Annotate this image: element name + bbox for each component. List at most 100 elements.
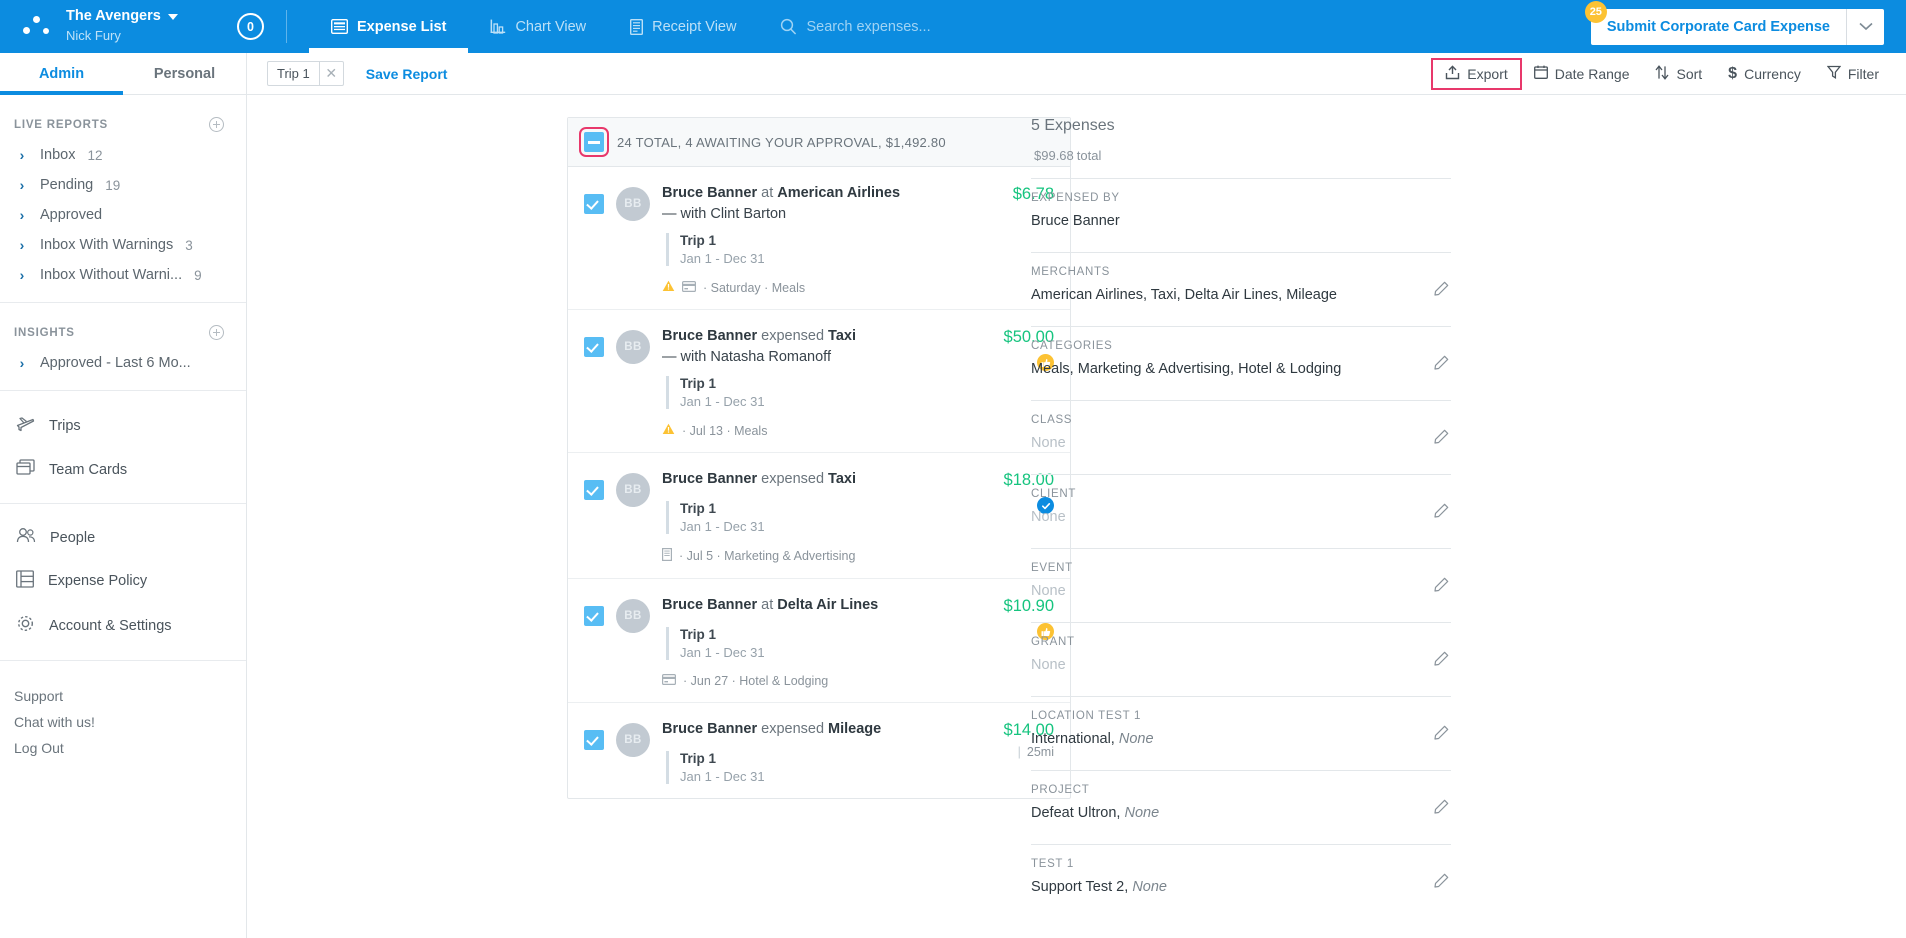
edit-pencil-icon[interactable] bbox=[1434, 577, 1449, 597]
expense-trip-block: Trip 1 Jan 1 - Dec 31 bbox=[666, 627, 958, 661]
sidebar-divider bbox=[0, 503, 246, 504]
select-all-checkbox[interactable] bbox=[579, 127, 609, 157]
detail-total-suffix: total bbox=[1076, 148, 1102, 163]
row-checkbox[interactable] bbox=[584, 730, 604, 751]
sidebar-item-account-settings[interactable]: Account & Settings bbox=[0, 603, 246, 648]
sidebar-item-approved-last-6-months[interactable]: › Approved - Last 6 Mo... bbox=[0, 348, 246, 378]
export-label: Export bbox=[1467, 65, 1508, 82]
detail-field-client: CLIENT None bbox=[1031, 474, 1451, 536]
detail-total-value: $99.68 bbox=[1034, 148, 1074, 163]
table-row[interactable]: BB Bruce Banner expensed Taxi Trip 1 Jan… bbox=[568, 453, 1070, 580]
expense-trip-name: Trip 1 bbox=[680, 376, 717, 392]
chevron-down-icon[interactable] bbox=[167, 13, 178, 20]
chat-link[interactable]: Chat with us! bbox=[14, 709, 232, 735]
sidebar-item-team-cards[interactable]: Team Cards bbox=[0, 448, 246, 491]
sidebar-item-label: Approved - Last 6 Mo... bbox=[40, 355, 191, 371]
sort-button[interactable]: Sort bbox=[1642, 59, 1715, 89]
edit-pencil-icon[interactable] bbox=[1434, 725, 1449, 745]
search-expenses-field[interactable]: Search expenses... bbox=[758, 0, 952, 53]
sidebar-item-inbox-with-warnings[interactable]: › Inbox With Warnings 3 bbox=[0, 230, 246, 260]
sidebar-item-pending[interactable]: › Pending 19 bbox=[0, 170, 246, 200]
edit-pencil-icon[interactable] bbox=[1434, 651, 1449, 671]
table-row[interactable]: BB Bruce Banner at Delta Air Lines Trip … bbox=[568, 579, 1070, 704]
row-checkbox[interactable] bbox=[584, 480, 604, 501]
detail-field-value: International, None bbox=[1031, 731, 1451, 747]
expense-list-summary: 24 TOTAL, 4 AWAITING YOUR APPROVAL, $1,4… bbox=[617, 134, 946, 150]
close-icon[interactable]: ✕ bbox=[318, 62, 343, 85]
sidebar-item-label: Approved bbox=[40, 207, 103, 223]
expense-title: Bruce Banner expensed Taxi bbox=[662, 326, 958, 347]
edit-pencil-icon[interactable] bbox=[1434, 355, 1449, 375]
export-button[interactable]: Export bbox=[1431, 57, 1522, 90]
list-icon bbox=[331, 19, 348, 34]
expense-title: Bruce Banner at Delta Air Lines bbox=[662, 595, 958, 616]
sidebar-nav-label: Team Cards bbox=[49, 461, 128, 478]
sidebar-item-count: 19 bbox=[105, 177, 121, 193]
sidebar-item-inbox-without-warnings[interactable]: › Inbox Without Warni... 9 bbox=[0, 260, 246, 290]
table-row[interactable]: BB Bruce Banner expensed Taxi — with Nat… bbox=[568, 310, 1070, 454]
detail-field-value-secondary: None bbox=[1118, 731, 1154, 747]
submit-button-label[interactable]: Submit Corporate Card Expense bbox=[1591, 9, 1846, 45]
date-range-button[interactable]: Date Range bbox=[1521, 59, 1643, 88]
edit-pencil-icon[interactable] bbox=[1434, 873, 1449, 893]
expense-merchant: Mileage bbox=[828, 721, 882, 738]
edit-pencil-icon[interactable] bbox=[1434, 503, 1449, 523]
add-live-report-icon[interactable] bbox=[209, 117, 224, 132]
expense-merchant: Taxi bbox=[828, 328, 856, 345]
submit-dropdown-caret[interactable] bbox=[1846, 8, 1884, 45]
detail-field-grant: GRANT None bbox=[1031, 622, 1451, 684]
sidebar-item-inbox[interactable]: › Inbox 12 bbox=[0, 140, 246, 170]
nav-divider bbox=[286, 10, 287, 43]
row-checkbox[interactable] bbox=[584, 606, 604, 627]
chevron-right-icon: › bbox=[19, 147, 25, 163]
edit-pencil-icon[interactable] bbox=[1434, 281, 1449, 301]
sidebar-item-people[interactable]: People bbox=[0, 516, 246, 559]
expense-detail-panel: 5 Expenses $99.68 total EXPENSED BY Bruce… bbox=[1007, 95, 1906, 938]
expense-title: Bruce Banner expensed Taxi bbox=[662, 469, 958, 490]
submit-corporate-card-expense-button[interactable]: Submit Corporate Card Expense bbox=[1590, 8, 1884, 45]
detail-field-location-test-1: LOCATION TEST 1 International, None bbox=[1031, 696, 1451, 758]
filter-button[interactable]: Filter bbox=[1814, 59, 1892, 88]
detail-field-label: CLASS bbox=[1031, 414, 1073, 426]
tab-admin[interactable]: Admin bbox=[0, 53, 123, 95]
save-report-button[interactable]: Save Report bbox=[366, 66, 448, 82]
table-row[interactable]: BB Bruce Banner expensed Mileage Trip 1 … bbox=[568, 703, 1070, 798]
expense-meta: · Jul 5 · Marketing & Advertising bbox=[662, 548, 958, 564]
detail-field-value: Defeat Ultron, None bbox=[1031, 805, 1451, 821]
notification-count-badge[interactable]: 0 bbox=[237, 13, 264, 40]
sidebar-item-approved[interactable]: › Approved bbox=[0, 200, 246, 230]
filter-chip-trip[interactable]: Trip 1 ✕ bbox=[267, 61, 344, 86]
edit-pencil-icon[interactable] bbox=[1434, 799, 1449, 819]
detail-field-class: CLASS None bbox=[1031, 400, 1451, 462]
detail-total-amount: $99.68 total bbox=[1031, 143, 1451, 166]
detail-field-value-main: Defeat Ultron, bbox=[1031, 805, 1121, 821]
expense-attendees: — with Natasha Romanoff bbox=[662, 349, 831, 366]
sort-label: Sort bbox=[1676, 65, 1703, 82]
currency-button[interactable]: $ Currency bbox=[1715, 60, 1814, 88]
live-reports-header: LIVE REPORTS bbox=[0, 107, 246, 140]
expense-meta: · Jun 27 · Hotel & Lodging bbox=[662, 674, 958, 688]
add-insight-icon[interactable] bbox=[209, 325, 224, 340]
tab-personal[interactable]: Personal bbox=[123, 53, 246, 94]
expense-list-column: 24 TOTAL, 4 AWAITING YOUR APPROVAL, $1,4… bbox=[247, 95, 1071, 938]
logout-link[interactable]: Log Out bbox=[14, 735, 232, 761]
brand-org-switcher[interactable]: The Avengers Nick Fury bbox=[0, 0, 247, 53]
row-checkbox[interactable] bbox=[584, 194, 604, 214]
expense-connector: at bbox=[761, 185, 774, 201]
tab-chart-view[interactable]: Chart View bbox=[468, 0, 608, 53]
sidebar-item-label: Inbox bbox=[40, 147, 76, 163]
detail-field-value-secondary: None bbox=[1132, 879, 1167, 895]
date-range-label: Date Range bbox=[1554, 65, 1630, 82]
sidebar-item-trips[interactable]: Trips bbox=[0, 403, 246, 448]
sort-icon bbox=[1655, 64, 1669, 83]
detail-field-categories: CATEGORIES Meals, Marketing & Advertisin… bbox=[1031, 326, 1451, 388]
table-row[interactable]: BB Bruce Banner at American Airlines — w… bbox=[568, 167, 1070, 311]
calendar-icon bbox=[1533, 65, 1548, 82]
tab-receipt-view[interactable]: Receipt View bbox=[608, 0, 758, 53]
tab-expense-list[interactable]: Expense List bbox=[309, 0, 469, 53]
sidebar-item-expense-policy[interactable]: Expense Policy bbox=[0, 559, 246, 603]
support-link[interactable]: Support bbox=[14, 683, 232, 709]
detail-field-event: EVENT None bbox=[1031, 548, 1451, 610]
edit-pencil-icon[interactable] bbox=[1434, 429, 1449, 449]
row-checkbox[interactable] bbox=[584, 337, 604, 358]
